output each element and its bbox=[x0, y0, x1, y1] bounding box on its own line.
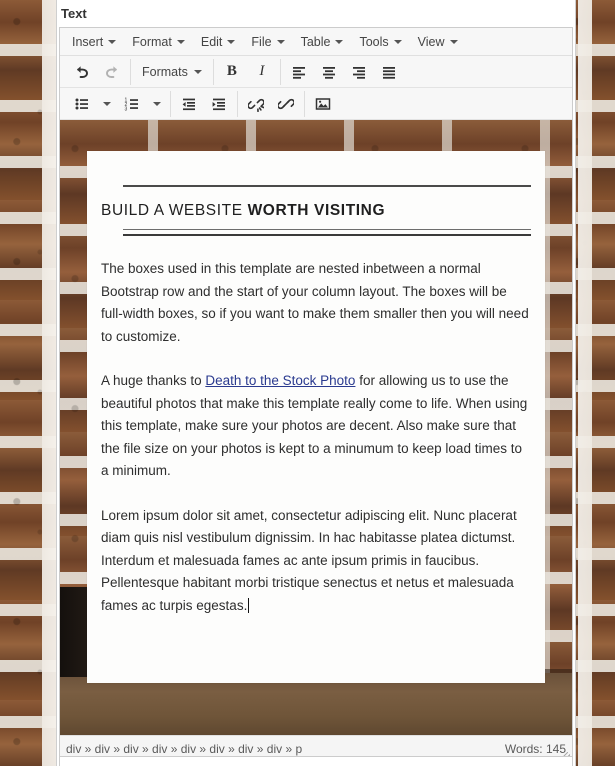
align-justify-button[interactable] bbox=[374, 59, 404, 85]
document-body[interactable]: BUILD A WEBSITE WORTH VISITING The boxes… bbox=[87, 151, 545, 627]
align-center-button[interactable] bbox=[314, 59, 344, 85]
undo-icon bbox=[77, 65, 88, 78]
outdent-icon bbox=[182, 98, 195, 110]
paragraph-3-text: Lorem ipsum dolor sit amet, consectetur … bbox=[101, 507, 517, 613]
document-paragraph-3[interactable]: Lorem ipsum dolor sit amet, consectetur … bbox=[101, 505, 531, 618]
paragraph-2-after-link: for allowing us to use the beautiful pho… bbox=[101, 373, 528, 478]
image-icon bbox=[315, 97, 331, 110]
redo-icon bbox=[106, 65, 117, 78]
chevron-down-icon bbox=[335, 39, 344, 44]
menu-format[interactable]: Format bbox=[124, 32, 193, 52]
toolbar-group-link bbox=[238, 90, 305, 117]
menu-view[interactable]: View bbox=[410, 32, 466, 52]
toolbar-group-history bbox=[64, 58, 131, 85]
align-right-icon bbox=[352, 66, 365, 79]
bold-button[interactable]: B bbox=[217, 59, 247, 85]
menu-file[interactable]: File bbox=[243, 32, 292, 52]
paragraph-2-before-link: A huge thanks to bbox=[101, 373, 206, 388]
link-icon bbox=[278, 98, 294, 109]
document-paragraph-1[interactable]: The boxes used in this template are nest… bbox=[101, 258, 531, 348]
outdent-button[interactable] bbox=[174, 91, 204, 117]
bullet-list-button[interactable] bbox=[67, 91, 97, 117]
chevron-down-icon bbox=[449, 39, 458, 44]
heading-rule-bottom-thin bbox=[123, 229, 531, 230]
indent-button[interactable] bbox=[204, 91, 234, 117]
link-button[interactable] bbox=[271, 91, 301, 117]
unlink-button[interactable] bbox=[241, 91, 271, 117]
toolbar-group-style: B I bbox=[214, 58, 281, 85]
unlink-icon bbox=[248, 98, 264, 112]
align-justify-icon bbox=[382, 66, 395, 79]
undo-button[interactable] bbox=[67, 59, 97, 85]
page-root: Text Insert Format Edit File Table Tools… bbox=[0, 0, 615, 766]
document-content-card[interactable]: BUILD A WEBSITE WORTH VISITING The boxes… bbox=[87, 151, 545, 683]
editor-container: Insert Format Edit File Table Tools View… bbox=[59, 27, 573, 762]
chevron-down-icon bbox=[176, 39, 185, 44]
chevron-down-icon bbox=[227, 39, 236, 44]
heading-text-normal: BUILD A WEBSITE bbox=[101, 202, 248, 219]
chevron-down-icon bbox=[108, 39, 117, 44]
numbered-list-button[interactable]: 1 2 3 bbox=[117, 91, 147, 117]
numbered-list-dropdown[interactable] bbox=[147, 91, 167, 117]
menu-view-label: View bbox=[417, 34, 445, 49]
menu-format-label: Format bbox=[132, 34, 172, 49]
svg-text:3: 3 bbox=[125, 106, 128, 112]
align-right-button[interactable] bbox=[344, 59, 374, 85]
heading-rule-bottom-pair bbox=[123, 229, 531, 236]
italic-button[interactable]: I bbox=[247, 59, 277, 85]
chevron-down-icon bbox=[276, 39, 285, 44]
document-paragraph-2[interactable]: A huge thanks to Death to the Stock Phot… bbox=[101, 370, 531, 483]
toolbar-row-2: 1 2 3 bbox=[60, 88, 572, 120]
bottom-panel-edge bbox=[59, 756, 573, 766]
heading-rule-top bbox=[123, 185, 531, 187]
bullet-list-dropdown[interactable] bbox=[97, 91, 117, 117]
text-editor-window: Text Insert Format Edit File Table Tools… bbox=[56, 0, 576, 766]
menu-insert[interactable]: Insert bbox=[64, 32, 124, 52]
align-left-button[interactable] bbox=[284, 59, 314, 85]
toolbar-group-align bbox=[281, 59, 407, 85]
menu-edit[interactable]: Edit bbox=[193, 32, 244, 52]
align-left-icon bbox=[292, 66, 305, 79]
menu-bar: Insert Format Edit File Table Tools View bbox=[60, 28, 572, 56]
menu-insert-label: Insert bbox=[72, 34, 104, 49]
heading-rule-bottom-thick bbox=[123, 234, 531, 236]
formats-label: Formats bbox=[142, 64, 188, 79]
word-count: Words: 145 bbox=[504, 741, 566, 756]
menu-file-label: File bbox=[251, 34, 272, 49]
image-button[interactable] bbox=[308, 91, 338, 117]
toolbar-group-lists: 1 2 3 bbox=[64, 90, 171, 117]
align-center-icon bbox=[322, 66, 335, 79]
bullet-list-icon bbox=[75, 98, 88, 109]
numbered-list-icon: 1 2 3 bbox=[125, 97, 138, 112]
chevron-down-icon bbox=[193, 69, 202, 74]
text-cursor bbox=[248, 597, 250, 613]
italic-icon: I bbox=[259, 63, 265, 79]
death-to-stock-photo-link[interactable]: Death to the Stock Photo bbox=[205, 373, 355, 388]
editor-content-area[interactable]: BUILD A WEBSITE WORTH VISITING The boxes… bbox=[60, 120, 572, 735]
menu-table-label: Table bbox=[300, 34, 331, 49]
chevron-down-icon bbox=[393, 39, 402, 44]
menu-table[interactable]: Table bbox=[293, 32, 352, 52]
indent-icon bbox=[212, 98, 225, 110]
bold-icon: B bbox=[226, 63, 237, 79]
menu-tools-label: Tools bbox=[359, 34, 389, 49]
toolbar-group-formats: Formats bbox=[131, 58, 214, 85]
chevron-down-icon bbox=[103, 101, 111, 106]
heading-text-bold: WORTH VISITING bbox=[247, 202, 386, 219]
menu-edit-label: Edit bbox=[200, 34, 223, 49]
background-pale-band-left bbox=[42, 0, 56, 766]
page-title: Text bbox=[61, 6, 87, 21]
toolbar-row-1: Formats B I bbox=[60, 56, 572, 88]
toolbar-group-indent bbox=[171, 90, 238, 117]
background-pale-band-right bbox=[578, 0, 592, 766]
element-path[interactable]: div » div » div » div » div » div » div … bbox=[66, 742, 302, 756]
formats-dropdown[interactable]: Formats bbox=[134, 59, 210, 85]
toolbar-group-media bbox=[305, 91, 341, 117]
redo-button[interactable] bbox=[97, 59, 127, 85]
document-heading: BUILD A WEBSITE WORTH VISITING bbox=[101, 201, 531, 221]
chevron-down-icon bbox=[153, 101, 161, 106]
menu-tools[interactable]: Tools bbox=[351, 32, 409, 52]
